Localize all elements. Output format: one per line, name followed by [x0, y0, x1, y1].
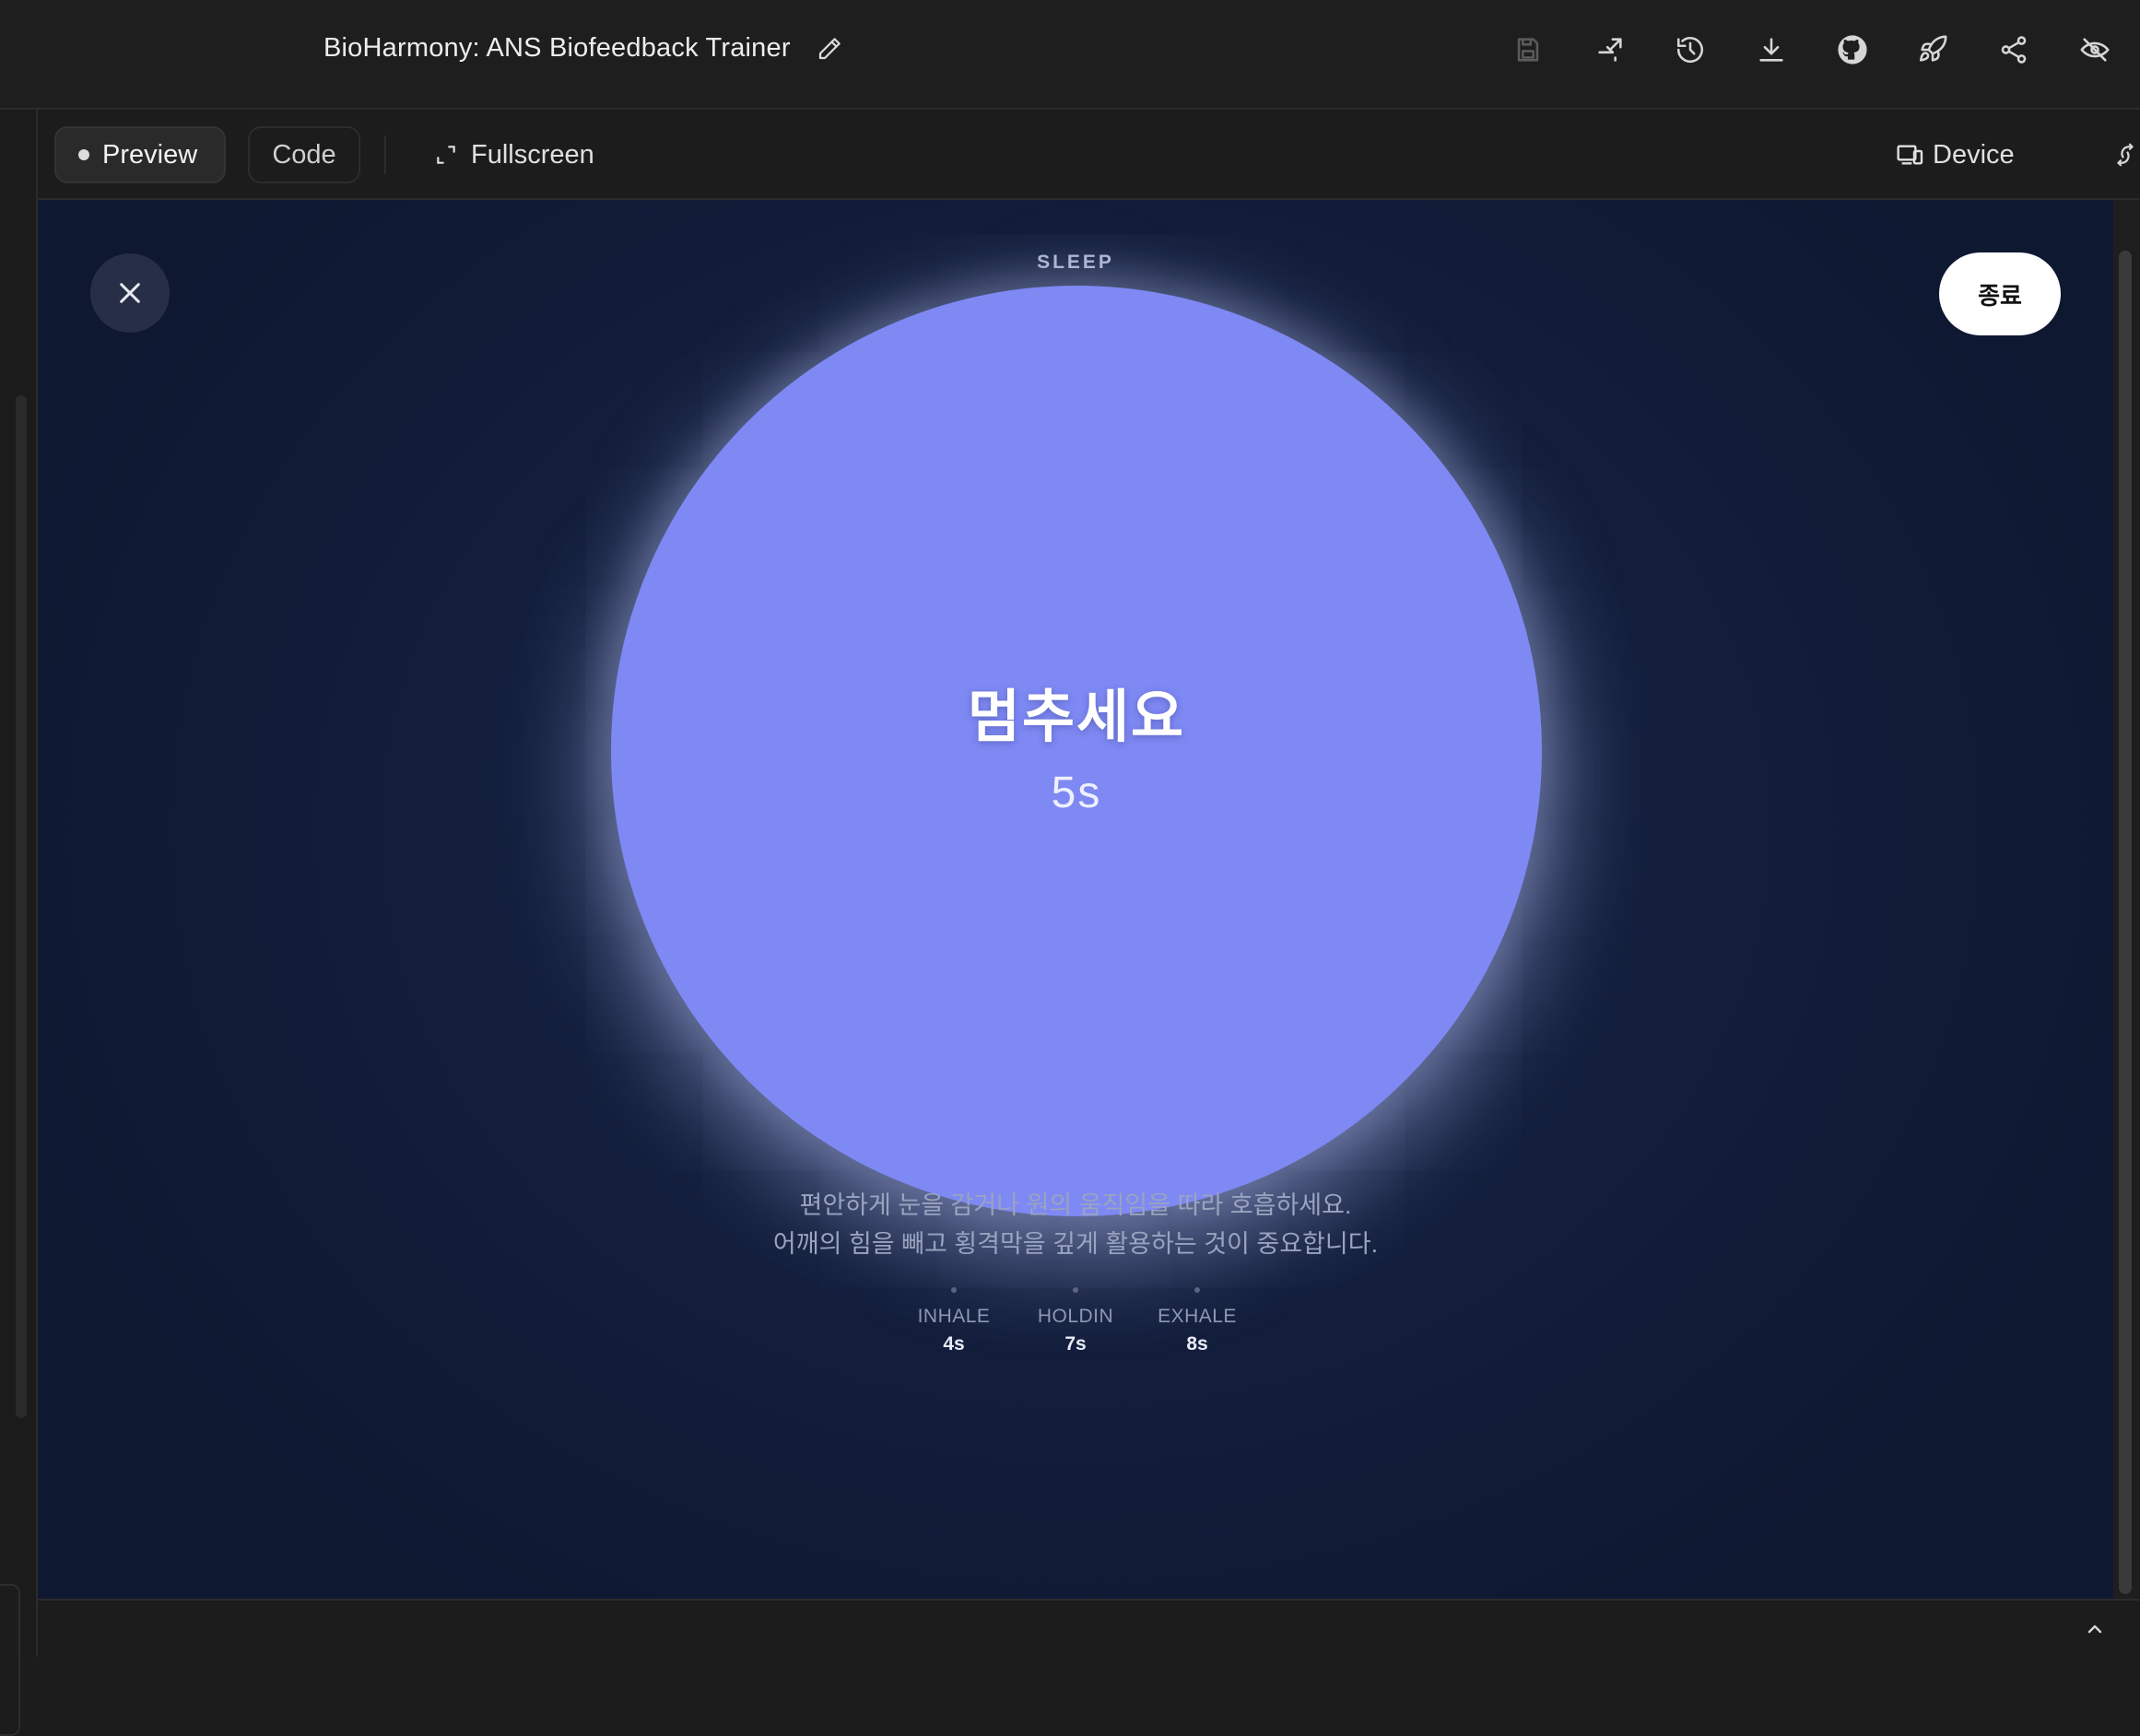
- instruction-line-2: 어깨의 힘을 빼고 횡격막을 깊게 활용하는 것이 중요합니다.: [772, 1230, 1379, 1258]
- tab-code-label: Code: [272, 139, 336, 170]
- app-preview: 종료 SLEEP 멈추세요 5s 편안하게 눈을 감거나 원의 움직임을 따라 …: [38, 200, 2113, 1599]
- tab-preview[interactable]: Preview: [54, 126, 226, 183]
- phase-dot: [1194, 1287, 1200, 1293]
- download-icon[interactable]: [1751, 29, 1792, 70]
- fullscreen-label: Fullscreen: [471, 139, 594, 170]
- phase-summary: INHALE 4s HOLDIN 7s EXHALE 8s: [38, 1287, 2113, 1355]
- phase-duration: 4s: [943, 1333, 965, 1355]
- rail-panel-handle[interactable]: [0, 1584, 20, 1736]
- hide-eye-icon[interactable]: [2075, 29, 2115, 70]
- left-rail: [0, 110, 38, 1736]
- rail-scrollbar[interactable]: [16, 395, 27, 1418]
- instruction-line-1: 편안하게 눈을 감거나 원의 움직임을 따라 호흡하세요.: [799, 1191, 1352, 1219]
- breathing-instructions: 편안하게 눈을 감거나 원의 움직임을 따라 호흡하세요. 어깨의 힘을 빼고 …: [38, 1186, 2113, 1263]
- fullscreen-button[interactable]: Fullscreen: [434, 126, 594, 183]
- share-icon[interactable]: [1993, 29, 2034, 70]
- project-title: BioHarmony: ANS Biofeedback Trainer: [323, 33, 791, 63]
- current-phase-text: 멈추세요: [967, 686, 1186, 749]
- pencil-icon[interactable]: [816, 35, 843, 63]
- github-icon[interactable]: [1832, 29, 1873, 70]
- phase-name: EXHALE: [1158, 1306, 1237, 1327]
- phase-dot: [1073, 1287, 1078, 1293]
- expand-icon: [437, 146, 455, 164]
- active-dot-icon: [78, 149, 89, 160]
- bottom-bar: [38, 1599, 2140, 1657]
- phase-dot: [951, 1287, 957, 1293]
- preview-scrollbar-thumb[interactable]: [2119, 251, 2132, 1594]
- phase-duration: 7s: [1064, 1333, 1087, 1355]
- refresh-icon[interactable]: [2108, 137, 2140, 172]
- phase-duration: 8s: [1186, 1333, 1208, 1355]
- fork-icon[interactable]: [1590, 29, 1630, 70]
- tab-preview-label: Preview: [102, 139, 198, 170]
- phase-name: HOLDIN: [1037, 1306, 1114, 1327]
- save-icon[interactable]: [1508, 29, 1548, 70]
- phase-name: INHALE: [917, 1306, 991, 1327]
- device-button[interactable]: Device: [1896, 126, 2015, 183]
- deploy-rocket-icon[interactable]: [1912, 29, 1953, 70]
- top-bar: BioHarmony: ANS Biofeedback Trainer: [0, 0, 2140, 110]
- countdown-text: 5s: [1051, 768, 1102, 817]
- preview-toolbar: Preview Code Fullscreen Device: [38, 110, 2140, 200]
- toolbar-divider: [384, 135, 386, 174]
- phase-exhale: EXHALE 8s: [1158, 1287, 1236, 1355]
- device-icon: [1897, 145, 1923, 165]
- device-label: Device: [1933, 139, 2015, 170]
- tab-code[interactable]: Code: [248, 126, 360, 183]
- history-icon[interactable]: [1670, 29, 1711, 70]
- phase-inhale: INHALE 4s: [918, 1287, 990, 1355]
- chevron-up-icon[interactable]: [2084, 1618, 2106, 1640]
- close-icon: [120, 283, 140, 303]
- breathing-mode-label: SLEEP: [1037, 252, 1114, 273]
- phase-holdin: HOLDIN 7s: [1038, 1287, 1113, 1355]
